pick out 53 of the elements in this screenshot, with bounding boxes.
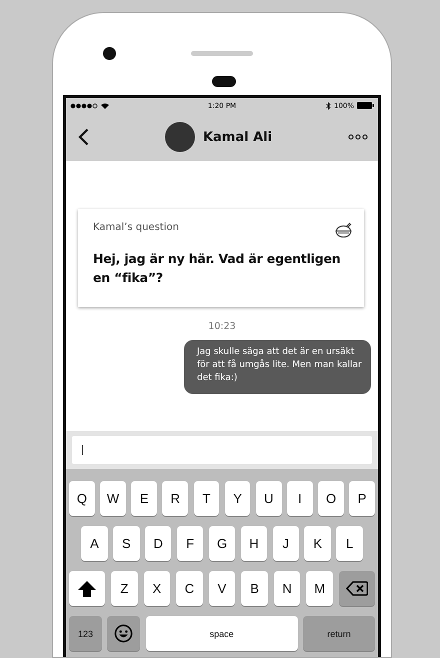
key[interactable]: R: [162, 481, 188, 516]
key[interactable]: G: [208, 526, 236, 561]
key[interactable]: U: [256, 481, 282, 516]
key[interactable]: E: [131, 481, 158, 516]
contact-name: Kamal Ali: [202, 130, 272, 144]
message-input[interactable]: [72, 436, 372, 464]
key[interactable]: V: [208, 571, 236, 606]
speaker-grille: [191, 51, 253, 56]
message-time: 10:23: [208, 321, 236, 332]
smiley-icon: [114, 624, 134, 643]
key[interactable]: P: [349, 481, 376, 516]
return-key[interactable]: return: [303, 616, 375, 651]
key[interactable]: J: [272, 526, 300, 561]
back-icon[interactable]: [78, 128, 89, 146]
key[interactable]: F: [176, 526, 204, 561]
camera-lens: [103, 47, 116, 60]
shift-key[interactable]: [69, 571, 105, 606]
key[interactable]: S: [113, 526, 140, 561]
key[interactable]: W: [100, 481, 126, 516]
key[interactable]: H: [240, 526, 268, 561]
key[interactable]: Q: [69, 481, 95, 516]
key[interactable]: T: [194, 481, 220, 516]
question-text: Hej, jag är ny här. Vad är egentligen en “fika”?: [93, 250, 342, 287]
more-icon[interactable]: [348, 134, 368, 140]
space-key[interactable]: space: [146, 616, 298, 651]
key[interactable]: D: [144, 526, 172, 561]
emoji-key[interactable]: [107, 616, 140, 651]
bowl-icon: [335, 222, 352, 239]
key[interactable]: O: [318, 481, 344, 516]
key[interactable]: K: [304, 526, 331, 561]
backspace-icon: [346, 581, 368, 596]
key[interactable]: Y: [224, 481, 250, 516]
delete-key[interactable]: [339, 571, 375, 606]
wifi-icon: [101, 102, 109, 108]
key[interactable]: M: [306, 571, 333, 606]
question-label: Kamal’s question: [93, 222, 179, 233]
key[interactable]: Z: [111, 571, 138, 606]
key[interactable]: C: [176, 571, 203, 606]
key[interactable]: X: [144, 571, 170, 606]
text-cursor: [82, 445, 83, 455]
key[interactable]: A: [81, 526, 108, 561]
battery-icon: [357, 102, 374, 109]
avatar: [164, 122, 195, 152]
message-bubble: Jag skulle säga att det är en ursäkt för att få umgås lite. Men man kallar det fika:): [184, 340, 371, 394]
sensor-pill: [212, 76, 236, 87]
key[interactable]: B: [241, 571, 268, 606]
bluetooth-icon: [326, 102, 331, 110]
numbers-key[interactable]: 123: [69, 616, 102, 651]
key[interactable]: N: [274, 571, 300, 606]
key[interactable]: I: [286, 481, 313, 516]
signal-icon: [70, 102, 98, 108]
shift-icon: [78, 580, 96, 596]
key[interactable]: L: [336, 526, 363, 561]
